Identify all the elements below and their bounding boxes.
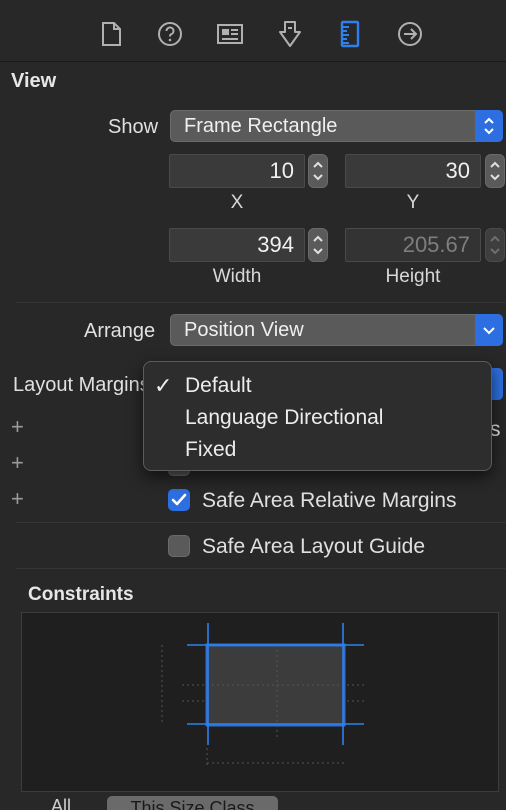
safe-area-relative-margins-checkbox[interactable]	[168, 489, 190, 511]
show-popup-value: Frame Rectangle	[184, 115, 338, 137]
chevron-down-icon	[475, 314, 503, 346]
height-field: 205.67	[345, 228, 481, 262]
identity-icon[interactable]	[216, 20, 244, 48]
constraints-diagram	[161, 623, 367, 768]
width-stepper[interactable]	[308, 228, 328, 262]
safe-area-relative-margins-label[interactable]: Safe Area Relative Margins	[202, 489, 456, 513]
show-label: Show	[108, 116, 159, 138]
tab-this-size-class[interactable]: This Size Class	[107, 796, 278, 810]
view-section-title: View	[11, 70, 57, 92]
width-label: Width	[212, 266, 262, 287]
menu-item-default[interactable]: Default	[185, 374, 252, 398]
connections-icon[interactable]	[396, 20, 424, 48]
show-popup[interactable]: Frame Rectangle	[170, 110, 503, 142]
tab-all[interactable]: All	[51, 796, 71, 810]
popup-updown-icon	[475, 110, 503, 142]
menu-item-fixed[interactable]: Fixed	[185, 438, 236, 462]
divider	[16, 302, 506, 303]
layout-margins-label: Layout Margins	[13, 374, 145, 396]
arrange-popup[interactable]: Position View	[170, 314, 503, 346]
width-field[interactable]: 394	[169, 228, 305, 262]
constraints-editor[interactable]	[21, 612, 499, 792]
y-stepper[interactable]	[485, 154, 505, 188]
menu-item-language-directional[interactable]: Language Directional	[185, 406, 383, 430]
height-label: Height	[385, 266, 441, 287]
checkmark-icon	[171, 493, 187, 506]
height-stepper	[485, 228, 505, 262]
add-variation-button[interactable]: +	[11, 414, 24, 440]
help-icon[interactable]	[156, 20, 184, 48]
attributes-icon[interactable]	[276, 20, 304, 48]
size-ruler-icon[interactable]	[336, 20, 364, 48]
add-variation-button[interactable]: +	[11, 486, 24, 512]
safe-area-layout-guide-label[interactable]: Safe Area Layout Guide	[202, 535, 425, 559]
x-field[interactable]: 10	[169, 154, 305, 188]
divider	[16, 568, 506, 569]
checkmark-icon: ✓	[154, 373, 173, 398]
safe-area-layout-guide-checkbox[interactable]	[168, 535, 190, 557]
x-stepper[interactable]	[308, 154, 328, 188]
file-icon[interactable]	[97, 20, 125, 48]
constraints-section-title: Constraints	[28, 584, 134, 605]
inspector-toolbar	[0, 0, 506, 62]
y-field[interactable]: 30	[345, 154, 481, 188]
y-label: Y	[406, 192, 420, 213]
add-variation-button[interactable]: +	[11, 450, 24, 476]
arrange-label: Arrange	[84, 320, 156, 342]
x-label: X	[230, 192, 244, 213]
layout-margins-menu: ✓ Default Language Directional Fixed	[143, 361, 492, 471]
divider	[16, 522, 506, 523]
arrange-popup-value: Position View	[184, 319, 304, 341]
